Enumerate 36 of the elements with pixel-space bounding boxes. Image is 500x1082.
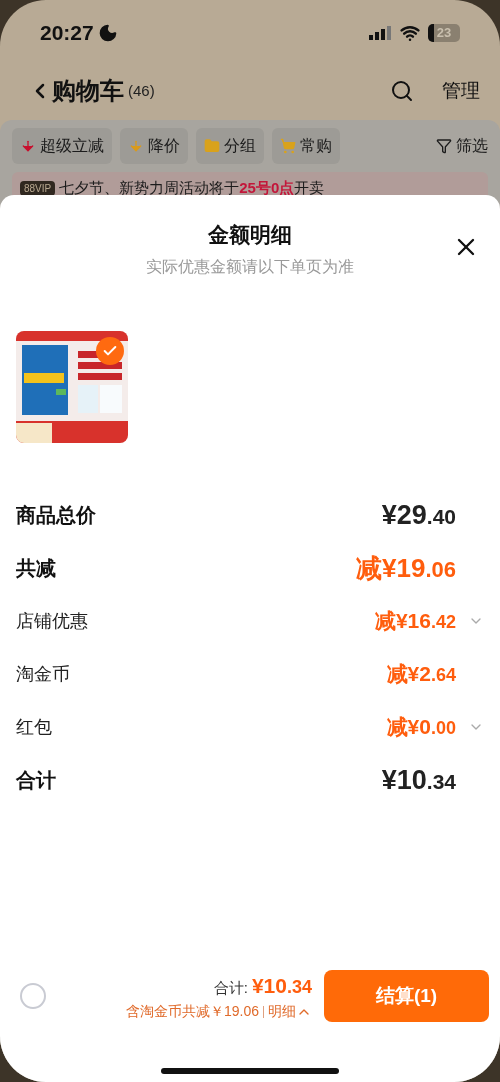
signal-icon <box>368 25 392 41</box>
item-count: (46) <box>128 80 155 101</box>
saving-text: 含淘金币共减￥19.06 <box>125 1002 259 1022</box>
filter-chip[interactable]: 常购 <box>272 128 340 164</box>
sheet-title: 金额明细 <box>208 222 292 248</box>
row-amount: 减¥2.64 <box>386 661 456 688</box>
wifi-icon <box>400 23 420 43</box>
filter-button[interactable]: 筛选 <box>436 134 488 158</box>
row-amount: ¥10.34 <box>381 763 456 797</box>
row-amount: ¥29.40 <box>381 498 456 532</box>
total-amount: ¥10.34 <box>251 972 312 999</box>
sheet-subtitle: 实际优惠金额请以下单页为准 <box>146 256 354 277</box>
battery-icon: 23 <box>428 24 460 42</box>
row-label: 共减 <box>16 556 56 581</box>
page-title: 购物车 <box>52 76 124 106</box>
row-label: 红包 <box>16 715 52 739</box>
filter-chip[interactable]: 分组 <box>196 128 264 164</box>
row-amount: 减¥0.00 <box>386 714 456 741</box>
select-all-radio[interactable] <box>20 983 46 1009</box>
row-label: 店铺优惠 <box>16 609 88 633</box>
filter-chip[interactable]: 超级立减 <box>12 128 112 164</box>
status-time: 20:27 <box>40 20 94 47</box>
row-amount: 减¥19.06 <box>356 551 456 585</box>
search-icon[interactable] <box>390 79 414 103</box>
total-label: 合计: <box>213 977 248 998</box>
row-label: 淘金币 <box>16 662 70 686</box>
filter-chip[interactable]: 降价 <box>120 128 188 164</box>
filter-icon <box>436 138 452 154</box>
notice-text: 七夕节、新势力周活动将于25号0点开卖 <box>59 177 325 198</box>
row-label: 商品总价 <box>16 503 96 528</box>
vip-badge: 88VIP <box>20 180 56 196</box>
manage-button[interactable]: 管理 <box>442 76 480 106</box>
row-label: 合计 <box>16 768 56 793</box>
moon-icon <box>97 23 118 43</box>
detail-link[interactable]: 明细 <box>268 1001 312 1023</box>
row-amount: 减¥16.42 <box>374 608 456 635</box>
